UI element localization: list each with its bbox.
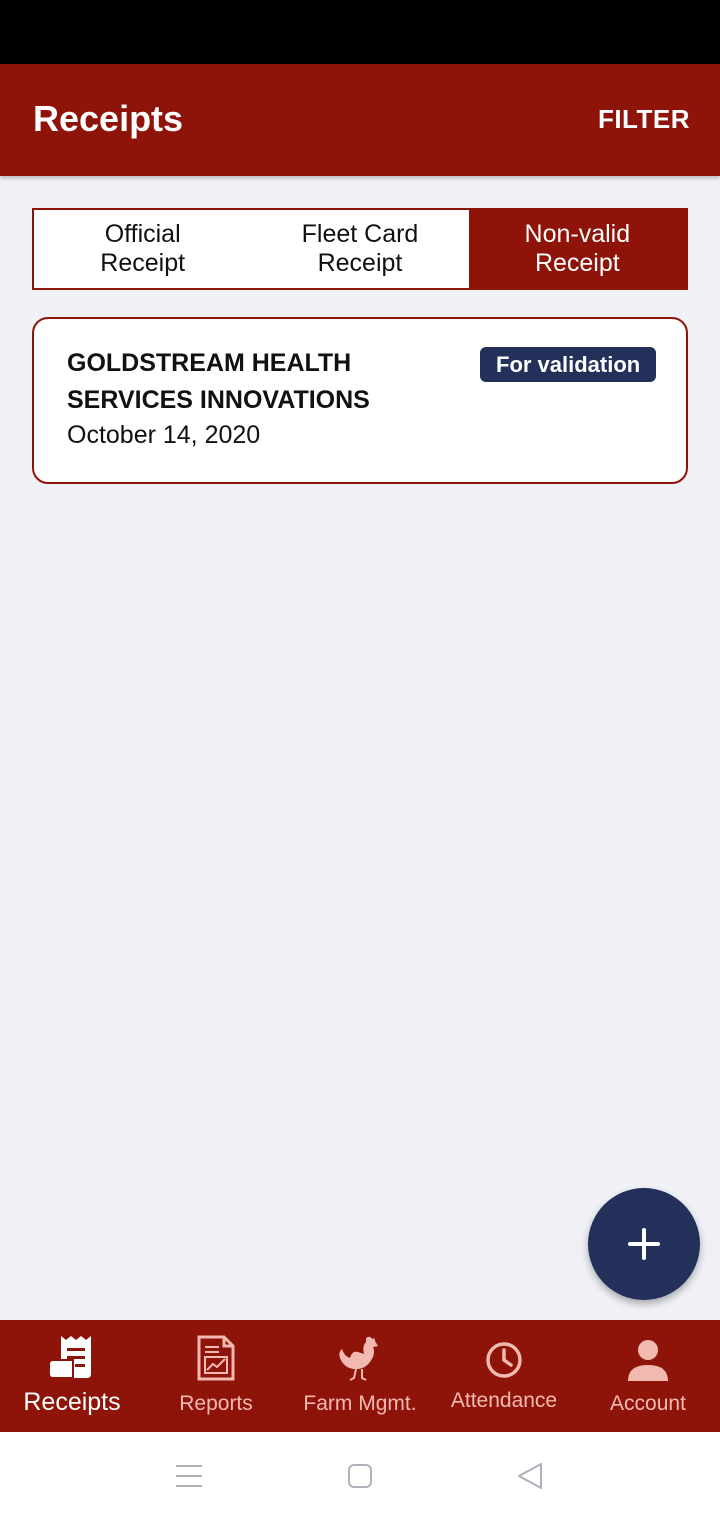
chicken-icon — [339, 1336, 378, 1381]
receipt-icon — [48, 1336, 91, 1379]
home-icon[interactable] — [347, 1462, 373, 1490]
menu-icon[interactable] — [175, 1462, 203, 1490]
receipt-date: October 14, 2020 — [67, 421, 261, 449]
nav-farm-management[interactable]: Farm Mgmt. — [288, 1320, 432, 1432]
filter-button[interactable]: FILTER — [598, 104, 690, 135]
receipt-type-tabs: Official Receipt Fleet Card Receipt Non-va… — [32, 208, 688, 290]
nav-receipts-label: Receipts — [23, 1388, 121, 1416]
receipt-vendor-name: GOLDSTREAM HEALTH SERVICES INNOVATIONS — [67, 349, 370, 414]
person-icon — [628, 1340, 668, 1381]
status-bar — [0, 0, 720, 64]
page-title: Receipts — [33, 98, 184, 139]
clock-icon — [486, 1342, 522, 1378]
add-receipt-button[interactable] — [588, 1188, 700, 1300]
nav-account-label: Account — [610, 1392, 686, 1415]
plus-icon — [628, 1228, 660, 1260]
tab-non-valid-receipt[interactable]: Non-valid Receipt — [468, 210, 686, 288]
receipt-card[interactable]: GOLDSTREAM HEALTH SERVICES INNOVATIONS F… — [32, 317, 688, 484]
app-bar: Receipts FILTER — [0, 64, 720, 176]
status-badge: For validation — [480, 347, 657, 382]
nav-account[interactable]: Account — [576, 1320, 720, 1432]
nav-reports[interactable]: Reports — [144, 1320, 288, 1432]
bottom-navigation: Receipts Reports Farm Mgmt. Attendance A… — [0, 1320, 720, 1432]
tab-fleet-card-receipt[interactable]: Fleet Card Receipt — [251, 210, 468, 288]
nav-attendance-label: Attendance — [450, 1389, 558, 1412]
nav-farm-management-label: Farm Mgmt. — [303, 1392, 417, 1415]
system-navigation-bar — [0, 1432, 720, 1520]
report-icon — [197, 1335, 235, 1381]
nav-attendance[interactable]: Attendance — [432, 1320, 576, 1432]
back-icon[interactable] — [516, 1462, 544, 1490]
nav-receipts[interactable]: Receipts — [0, 1320, 144, 1432]
nav-reports-label: Reports — [179, 1392, 253, 1415]
tab-official-receipt[interactable]: Official Receipt — [34, 210, 251, 288]
